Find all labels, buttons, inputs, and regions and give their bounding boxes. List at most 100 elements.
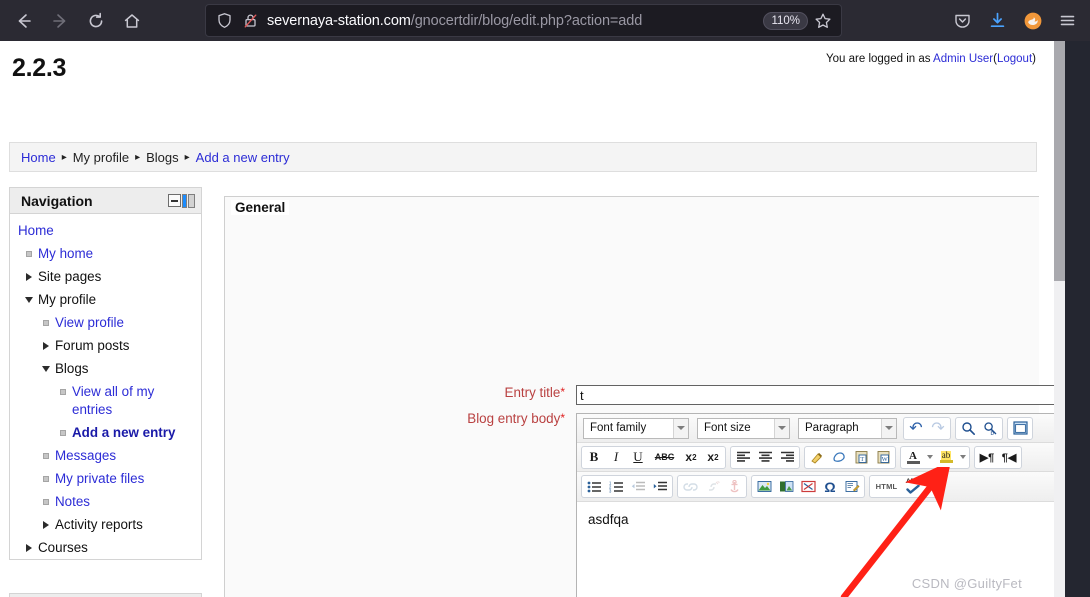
lock-crossed-icon[interactable] [242,12,259,29]
undo-icon[interactable]: ↶ [905,418,927,439]
bullet-list-icon[interactable] [583,476,605,497]
logout-close-paren: ) [1032,53,1036,65]
highlight-color-icon[interactable]: ab [935,447,957,468]
watermark-text: CSDN @GuiltyFet [911,576,1022,591]
insert-image-icon[interactable] [753,476,775,497]
account-button[interactable] [1016,4,1049,37]
paste-from-word-icon[interactable]: W [872,447,894,468]
breadcrumb-item[interactable]: Home [21,150,56,165]
blog-body-label: Blog entry body* [268,411,565,426]
bullet-square-icon [56,383,69,401]
paragraph-format-select[interactable]: Paragraph [798,417,897,439]
font-size-select[interactable]: Font size [697,417,790,439]
dock-block-icon-secondary[interactable] [188,193,195,208]
logout-link[interactable]: Logout [997,53,1032,65]
spellcheck-dropdown-icon[interactable] [924,476,937,497]
collapse-minus-icon[interactable] [168,194,181,207]
user-profile-link[interactable]: Admin User [933,53,993,65]
richtext-editor: Font family Font size Paragraph ↶ ↷ b B … [576,413,1054,597]
insert-link-icon[interactable] [679,476,701,497]
sidebar-item-add-a-new-entry[interactable]: Add a new entry [56,424,197,442]
reload-button[interactable] [80,5,112,37]
shield-icon[interactable] [216,12,233,29]
find-replace-icon[interactable]: b [979,418,1001,439]
fullscreen-icon[interactable] [1009,418,1031,439]
app-menu-button[interactable] [1051,4,1084,37]
numbered-list-icon[interactable]: 123 [605,476,627,497]
indent-icon[interactable] [649,476,671,497]
sidebar-item-courses[interactable]: Courses [22,539,197,557]
outdent-icon[interactable] [627,476,649,497]
remove-formatting-icon[interactable] [828,447,850,468]
entry-title-label: Entry title* [268,385,565,400]
ltr-direction-icon[interactable]: ▶¶ [976,447,998,468]
sidebar-item-notes[interactable]: Notes [39,493,197,511]
font-family-select[interactable]: Font family [583,417,689,439]
align-right-icon[interactable] [776,447,798,468]
site-header: 2.2.3 You are logged in as Admin User(Lo… [0,41,1054,105]
bold-icon[interactable]: B [583,447,605,468]
download-icon [990,12,1005,28]
downloads-button[interactable] [981,4,1014,37]
pocket-button[interactable] [946,4,979,37]
strikethrough-icon[interactable]: ABC [649,447,680,468]
text-color-icon[interactable]: A [902,447,924,468]
fullscreen-group [1007,416,1033,440]
unlink-icon[interactable] [701,476,723,497]
italic-icon[interactable]: I [605,447,627,468]
sidebar-item-label: View all of my entries [72,384,155,417]
sidebar-item-site-pages[interactable]: Site pages [22,268,197,286]
subscript-icon[interactable]: x2 [680,447,702,468]
paste-as-text-icon[interactable]: T [850,447,872,468]
spellcheck-icon[interactable]: ABC [902,476,924,497]
rtl-direction-icon[interactable]: ¶◀ [998,447,1020,468]
chevron-down-icon [22,291,35,309]
url-domain: severnaya-station.com [267,12,411,29]
page-title: 2.2.3 [12,54,67,82]
breadcrumb-separator: ▸ [184,151,190,163]
insert-math-icon[interactable] [797,476,819,497]
editor-toolbar-row-2: B I U ABC x2 x2 T W A ab ▶¶ ¶◀ [577,443,1054,472]
html-source-icon[interactable]: HTML [871,476,902,497]
address-bar[interactable]: severnaya-station.com/gnocertdir/blog/ed… [205,4,842,37]
sidebar-item-activity-reports[interactable]: Activity reports [39,516,197,534]
forward-button[interactable] [44,5,76,37]
underline-icon[interactable]: U [627,447,649,468]
page-scrollbar-thumb[interactable] [1054,41,1065,281]
sidebar-item-view-all-of-my-entries[interactable]: View all of my entries [56,383,197,419]
anchor-icon[interactable] [723,476,745,497]
sidebar-item-my-private-files[interactable]: My private files [39,470,197,488]
superscript-icon[interactable]: x2 [702,447,724,468]
sidebar-item-my-home[interactable]: My home [22,245,197,263]
star-icon[interactable] [814,12,832,30]
breadcrumb-separator: ▸ [135,151,141,163]
format-clipboard-group: T W [804,445,896,469]
edit-html-icon[interactable] [841,476,863,497]
redo-icon[interactable]: ↷ [927,418,949,439]
back-button[interactable] [8,5,40,37]
home-button[interactable] [116,5,148,37]
sidebar-item-forum-posts[interactable]: Forum posts [39,337,197,355]
sidebar-item-view-profile[interactable]: View profile [39,314,197,332]
special-character-icon[interactable]: Ω [819,476,841,497]
entry-title-input[interactable] [576,385,1054,405]
align-left-icon[interactable] [732,447,754,468]
breadcrumb-item[interactable]: Add a new entry [196,150,290,165]
chevron-down-icon [673,418,688,438]
clean-formatting-icon[interactable] [806,447,828,468]
sidebar-item-home[interactable]: Home [18,222,197,240]
sidebar-item-my-profile[interactable]: My profile [22,291,197,309]
svg-text:T: T [860,456,864,463]
align-center-icon[interactable] [754,447,776,468]
sidebar-item-label: Notes [55,494,90,509]
zoom-level-badge[interactable]: 110% [763,11,808,30]
breadcrumb-item: My profile [72,149,130,165]
dock-block-icon[interactable] [182,193,187,208]
sidebar-item-label: Add a new entry [72,425,176,440]
insert-media-icon[interactable] [775,476,797,497]
find-icon[interactable] [957,418,979,439]
sidebar-item-messages[interactable]: Messages [39,447,197,465]
highlight-color-dropdown-icon[interactable] [957,447,968,468]
sidebar-item-blogs[interactable]: Blogs [39,360,197,378]
text-color-dropdown-icon[interactable] [924,447,935,468]
